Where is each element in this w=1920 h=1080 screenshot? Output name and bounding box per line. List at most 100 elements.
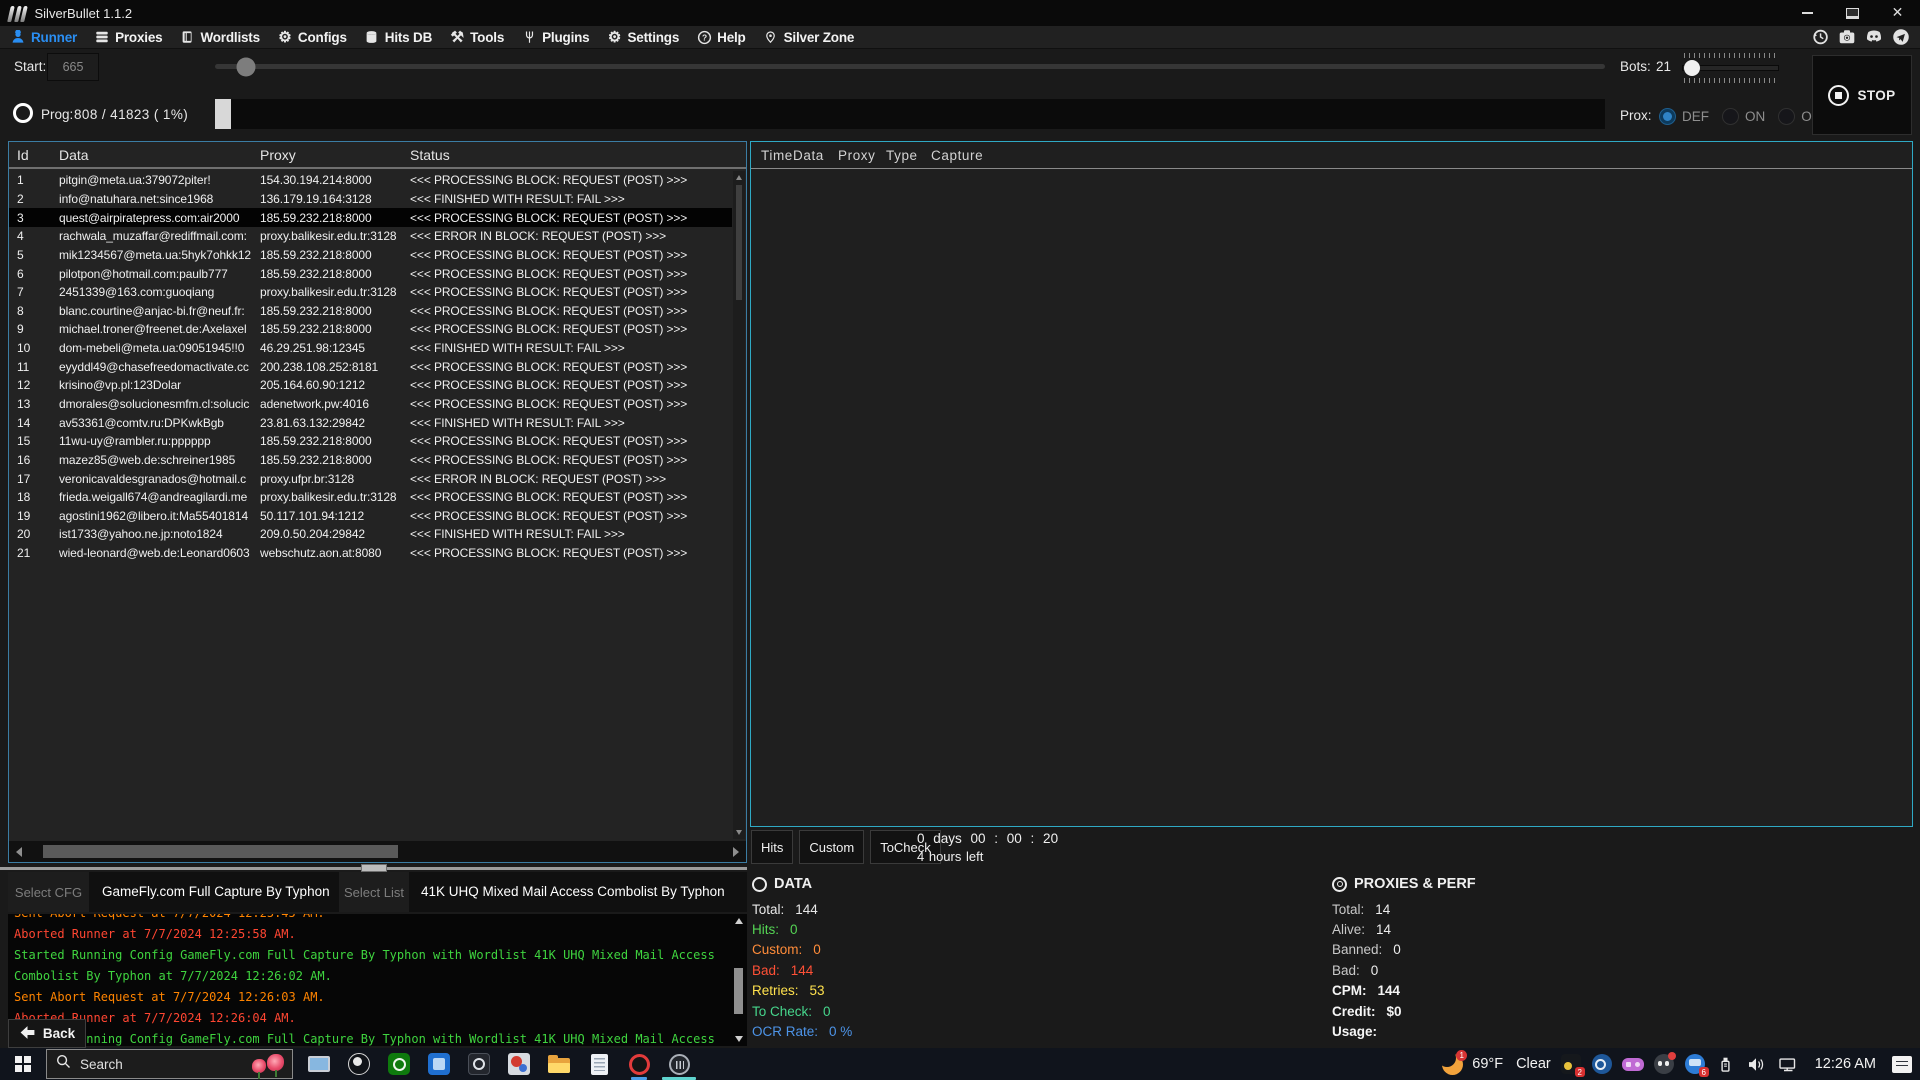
prox-option-def[interactable]: DEF bbox=[1659, 108, 1709, 125]
taskbar-app-performance-monitor[interactable] bbox=[299, 1048, 339, 1080]
tab-hits[interactable]: Hits bbox=[751, 830, 793, 864]
tab-custom[interactable]: Custom bbox=[799, 830, 864, 864]
table-row[interactable]: 9michael.troner@freenet.de:Axelaxel185.5… bbox=[9, 320, 732, 339]
tray-usb[interactable] bbox=[1715, 1052, 1737, 1076]
back-arrow-icon bbox=[19, 1025, 36, 1043]
table-row[interactable]: 19agostini1962@libero.it:Ma5540181450.11… bbox=[9, 507, 732, 526]
cell-proxy: proxy.ufpr.br:3128 bbox=[260, 472, 410, 486]
splitter-handle[interactable] bbox=[361, 864, 387, 872]
minimize-button[interactable] bbox=[1785, 0, 1830, 26]
menu-item-tools[interactable]: ⚒Tools bbox=[449, 29, 504, 45]
capture-table: TimeDataProxyTypeCapture bbox=[750, 141, 1913, 827]
menu-item-help[interactable]: ?Help bbox=[696, 29, 745, 45]
scroll-down-icon[interactable] bbox=[735, 1036, 743, 1042]
table-row[interactable]: 16mazez85@web.de:schreiner1985185.59.232… bbox=[9, 451, 732, 470]
table-row[interactable]: 6pilotpon@hotmail.com:paulb777185.59.232… bbox=[9, 264, 732, 283]
table-row[interactable]: 14av53361@comtv.ru:DPKwkBgb23.81.63.132:… bbox=[9, 413, 732, 432]
start-slider-thumb[interactable] bbox=[236, 57, 255, 76]
cell-data: info@natuhara.net:since1968 bbox=[59, 192, 260, 206]
table-row[interactable]: 2info@natuhara.net:since1968136.179.19.1… bbox=[9, 190, 732, 209]
table-row[interactable]: 3quest@airpiratepress.com:air2000185.59.… bbox=[9, 208, 732, 227]
settings-icon: ⚙ bbox=[606, 29, 622, 45]
minimize-icon bbox=[1802, 12, 1813, 14]
obs-studio-icon bbox=[348, 1053, 370, 1075]
tray-discord-tray[interactable] bbox=[1653, 1052, 1675, 1076]
taskbar-app-clock-app[interactable] bbox=[459, 1048, 499, 1080]
menu-item-hits-db[interactable]: Hits DB bbox=[364, 29, 432, 45]
menu-item-wordlists[interactable]: Wordlists bbox=[179, 29, 259, 45]
table-row[interactable]: 8blanc.courtine@anjac-bi.fr@neuf.fr:185.… bbox=[9, 301, 732, 320]
tray-blue-badge-app[interactable]: 6 bbox=[1684, 1052, 1706, 1076]
taskbar-app-media-app[interactable] bbox=[499, 1048, 539, 1080]
results-horizontal-scrollbar[interactable] bbox=[9, 841, 746, 862]
action-center-icon[interactable] bbox=[1892, 1056, 1912, 1073]
camera-icon[interactable] bbox=[1837, 28, 1856, 47]
weather-widget[interactable]: 1 69°FClear bbox=[1442, 1054, 1550, 1075]
taskbar-search[interactable]: Search bbox=[46, 1049, 293, 1079]
bots-slider-thumb[interactable] bbox=[1684, 60, 1700, 76]
table-row[interactable]: 18frieda.weigall674@andreagilardi.meprox… bbox=[9, 488, 732, 507]
menu-item-plugins[interactable]: Plugins bbox=[521, 29, 589, 45]
tray-controller[interactable] bbox=[1622, 1052, 1644, 1076]
table-row[interactable]: 4rachwala_muzaffar@rediffmail.com:proxy.… bbox=[9, 227, 732, 246]
table-row[interactable]: 20ist1733@yahoo.ne.jp:noto1824209.0.50.2… bbox=[9, 525, 732, 544]
scroll-up-icon[interactable] bbox=[736, 175, 742, 180]
table-row[interactable]: 5mik1234567@meta.ua:5hyk7ohkk12185.59.23… bbox=[9, 246, 732, 265]
log-scrollbar[interactable] bbox=[733, 916, 745, 1044]
tray-volume[interactable] bbox=[1746, 1052, 1768, 1076]
table-row[interactable]: 72451339@163.com:guoqiangproxy.balikesir… bbox=[9, 283, 732, 302]
tray-steam[interactable] bbox=[1591, 1052, 1613, 1076]
table-row[interactable]: 17veronicavaldesgranados@hotmail.cproxy.… bbox=[9, 469, 732, 488]
taskbar-app-silverbullet[interactable] bbox=[659, 1048, 699, 1080]
menu-item-settings[interactable]: ⚙Settings bbox=[606, 29, 679, 45]
taskbar-app-file-explorer[interactable] bbox=[539, 1048, 579, 1080]
panel-splitter[interactable] bbox=[0, 867, 747, 870]
select-cfg-button[interactable]: Select CFG bbox=[8, 872, 89, 912]
taskbar-app-notepad[interactable] bbox=[579, 1048, 619, 1080]
taskbar-app-opera[interactable] bbox=[619, 1048, 659, 1080]
menu-item-configs[interactable]: ⚙Configs bbox=[277, 29, 347, 45]
close-button[interactable]: ✕ bbox=[1875, 0, 1920, 26]
maximize-button[interactable] bbox=[1830, 0, 1875, 26]
scroll-thumb[interactable] bbox=[43, 845, 398, 858]
table-row[interactable]: 13dmorales@solucionesmfm.cl:solucicadene… bbox=[9, 395, 732, 414]
tray-chat-app[interactable]: 2 bbox=[1560, 1052, 1582, 1076]
taskbar-app-obs-studio[interactable] bbox=[339, 1048, 379, 1080]
taskbar-clock[interactable]: 12:26 AM bbox=[1815, 1056, 1876, 1072]
table-row[interactable]: 21wied-leonard@web.de:Leonard0603webschu… bbox=[9, 544, 732, 563]
telegram-icon[interactable] bbox=[1891, 28, 1910, 47]
discord-icon[interactable] bbox=[1864, 28, 1883, 47]
table-row[interactable]: 10dom-mebeli@meta.ua:09051945!!046.29.25… bbox=[9, 339, 732, 358]
progress-fill bbox=[215, 99, 231, 129]
menu-item-runner[interactable]: Runner bbox=[10, 29, 77, 45]
results-vertical-scrollbar[interactable] bbox=[733, 171, 745, 839]
select-list-button[interactable]: Select List bbox=[339, 872, 409, 912]
stop-button[interactable]: STOP bbox=[1812, 55, 1912, 135]
prox-option-on[interactable]: ON bbox=[1722, 108, 1765, 125]
table-row[interactable]: 11eyyddl49@chasefreedomactivate.cc200.23… bbox=[9, 357, 732, 376]
scroll-thumb[interactable] bbox=[734, 968, 743, 1014]
taskbar-app-xbox[interactable] bbox=[379, 1048, 419, 1080]
back-button[interactable]: Back bbox=[8, 1019, 86, 1048]
bots-slider[interactable] bbox=[1682, 53, 1779, 83]
table-row[interactable]: 12krisino@vp.pl:123Dolar205.164.60.90:12… bbox=[9, 376, 732, 395]
start-input[interactable] bbox=[47, 53, 99, 81]
windows-logo-icon bbox=[15, 1056, 31, 1072]
scroll-up-icon[interactable] bbox=[735, 918, 743, 924]
cell-data: eyyddl49@chasefreedomactivate.cc bbox=[59, 360, 260, 374]
scroll-down-icon[interactable] bbox=[736, 830, 742, 835]
history-icon[interactable] bbox=[1810, 28, 1829, 47]
table-row[interactable]: 1pitgin@meta.ua:379072piter!154.30.194.2… bbox=[9, 171, 732, 190]
scroll-right-icon[interactable] bbox=[726, 847, 746, 857]
taskbar-app-blue-app[interactable] bbox=[419, 1048, 459, 1080]
start-menu-button[interactable] bbox=[0, 1048, 46, 1080]
start-slider[interactable] bbox=[215, 64, 1605, 69]
table-row[interactable]: 1511wu-uy@rambler.ru:pppppp185.59.232.21… bbox=[9, 432, 732, 451]
menu-item-proxies[interactable]: Proxies bbox=[94, 29, 162, 45]
scroll-track[interactable] bbox=[29, 845, 726, 858]
tray-network[interactable] bbox=[1777, 1052, 1799, 1076]
menu-item-silver-zone[interactable]: Silver Zone bbox=[763, 29, 855, 45]
scroll-thumb[interactable] bbox=[736, 185, 742, 300]
scroll-left-icon[interactable] bbox=[9, 847, 29, 857]
steam-icon bbox=[1592, 1054, 1612, 1074]
